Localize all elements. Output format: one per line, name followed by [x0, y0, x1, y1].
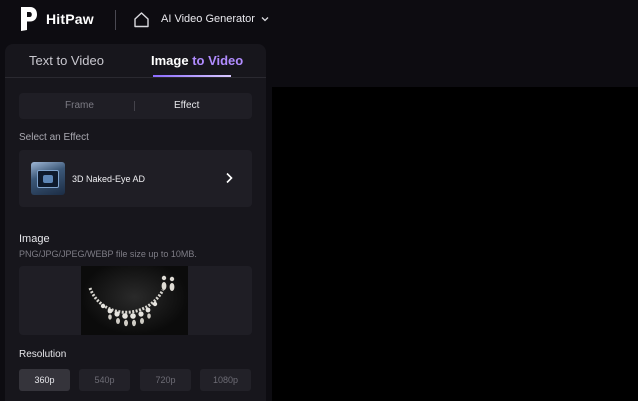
product-label: AI Video Generator — [161, 13, 255, 25]
top-bar: HitPaw AI Video Generator — [0, 0, 638, 40]
effect-name: 3D Naked-Eye AD — [72, 174, 146, 184]
home-icon[interactable] — [133, 11, 150, 28]
image-section-title: Image — [19, 233, 50, 245]
brand-name: HitPaw — [46, 11, 94, 27]
tab-image-label-part2: to Video — [192, 53, 244, 68]
chevron-right-icon — [226, 172, 233, 184]
tab-text-to-video[interactable]: Text to Video — [29, 53, 104, 68]
effect-thumbnail — [31, 162, 65, 195]
mode-effect-option[interactable]: Effect — [174, 100, 199, 111]
product-selector[interactable]: AI Video Generator — [161, 13, 269, 25]
resolution-option-720p[interactable]: 720p — [140, 369, 191, 391]
resolution-title: Resolution — [19, 349, 67, 360]
active-tab-indicator — [153, 75, 231, 77]
image-format-hint: PNG/JPG/JPEG/WEBP file size up to 10MB. — [19, 249, 197, 259]
mode-frame-option[interactable]: Frame — [65, 100, 94, 111]
effect-selector[interactable]: 3D Naked-Eye AD — [19, 150, 252, 207]
video-preview-area — [272, 87, 638, 401]
generation-tabs: Text to Video Image to Video — [5, 44, 266, 78]
tab-image-label-part1: Image — [151, 53, 193, 68]
brand-logo[interactable]: HitPaw — [19, 6, 94, 32]
effect-section-label: Select an Effect — [19, 132, 89, 143]
segment-divider — [134, 101, 135, 111]
mode-segmented-control: Frame Effect — [19, 93, 252, 119]
uploaded-image-necklace — [81, 266, 188, 335]
settings-panel: Text to Video Image to Video Frame Effec… — [5, 44, 266, 401]
resolution-option-540p[interactable]: 540p — [79, 369, 130, 391]
necklace-image-icon — [88, 275, 175, 327]
resolution-option-360p[interactable]: 360p — [19, 369, 70, 391]
header-divider — [115, 10, 116, 30]
chevron-down-icon — [261, 17, 269, 22]
image-upload-area[interactable] — [19, 266, 252, 335]
resolution-option-1080p[interactable]: 1080p — [200, 369, 251, 391]
hitpaw-logo-icon — [21, 7, 37, 31]
tab-image-to-video[interactable]: Image to Video — [151, 53, 243, 68]
